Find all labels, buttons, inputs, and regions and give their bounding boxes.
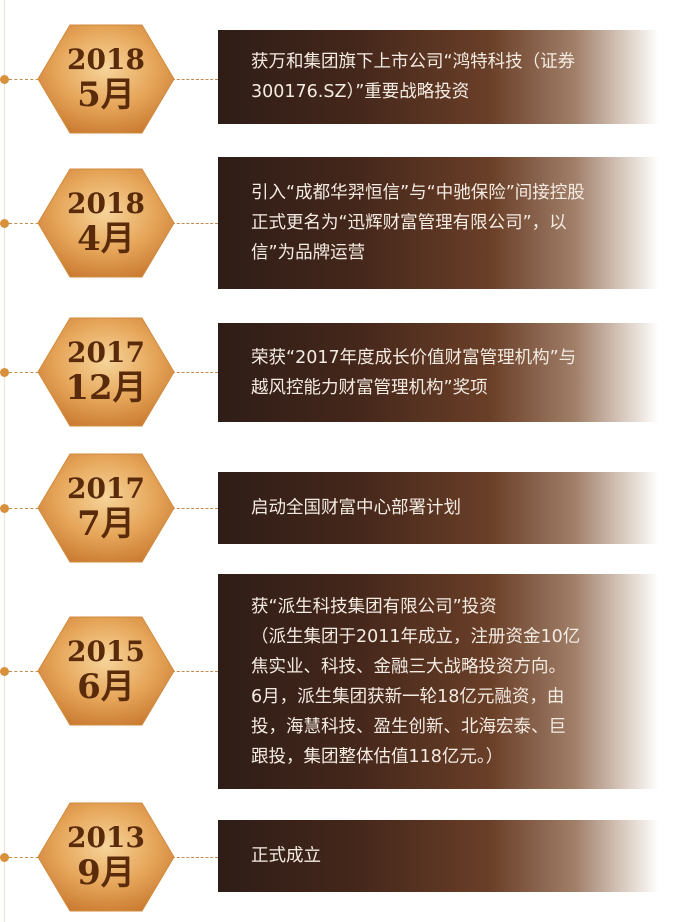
- connector-line: [172, 508, 218, 509]
- entry-month: 9月: [77, 853, 135, 893]
- timeline-line: [4, 0, 5, 922]
- entry-year: 2015: [67, 635, 145, 668]
- event-text-line: 获“派生科技集团有限公司”投资: [251, 596, 497, 617]
- event-description: 获万和集团旗下上市公司“鸿特科技（证券 300176.SZ）”重要战略投资: [251, 47, 575, 107]
- date-hexagon: 2017 12月: [36, 316, 176, 428]
- event-text-line: 投，海慧科技、盈生创新、北海宏泰、巨: [251, 716, 566, 737]
- event-text-line: 获万和集团旗下上市公司“鸿特科技（证券: [251, 52, 576, 72]
- timeline-dot: [0, 74, 9, 84]
- event-text-line: 跟投，集团整体估值118亿元。）: [251, 746, 504, 767]
- timeline-dot: [0, 218, 9, 228]
- event-description: 获“派生科技集团有限公司”投资 （派生集团于2011年成立，注册资金10亿 焦实业、…: [251, 592, 580, 772]
- entry-year: 2018: [67, 187, 145, 220]
- event-text-line: 正式更名为“迅辉财富管理有限公司”，以: [251, 213, 567, 233]
- event-text-line: 正式成立: [251, 846, 321, 866]
- event-card: 荣获“2017年度成长价值财富管理机构”与 越风控能力财富管理机构”奖项: [218, 323, 687, 422]
- event-description: 正式成立: [251, 841, 321, 871]
- entry-month: 12月: [65, 368, 147, 408]
- timeline-dot: [0, 367, 9, 377]
- connector-line: [172, 857, 218, 858]
- connector-line: [172, 372, 218, 373]
- event-text-line: 启动全国财富中心部署计划: [251, 498, 461, 518]
- hexagon-label: 2017 7月: [36, 452, 176, 564]
- date-hexagon: 2013 9月: [36, 801, 176, 913]
- entry-month: 6月: [77, 667, 135, 707]
- event-description: 荣获“2017年度成长价值财富管理机构”与 越风控能力财富管理机构”奖项: [251, 343, 576, 403]
- date-hexagon: 2017 7月: [36, 452, 176, 564]
- connector-line: [172, 671, 218, 672]
- hexagon-label: 2018 5月: [36, 23, 176, 135]
- entry-year: 2017: [67, 472, 145, 505]
- event-text-line: 300176.SZ）”重要战略投资: [251, 82, 470, 102]
- event-text-line: 焦实业、科技、金融三大战略投资方向。: [251, 656, 566, 677]
- connector-line: [172, 79, 218, 80]
- event-card: 获万和集团旗下上市公司“鸿特科技（证券 300176.SZ）”重要战略投资: [218, 30, 687, 124]
- entry-year: 2018: [67, 43, 145, 76]
- timeline-dot: [0, 852, 9, 862]
- connector-line: [172, 223, 218, 224]
- hexagon-label: 2017 12月: [36, 316, 176, 428]
- event-text-line: 引入“成都华羿恒信”与“中驰保险”间接控股: [251, 183, 585, 203]
- entry-month: 5月: [77, 75, 135, 115]
- event-card: 启动全国财富中心部署计划: [218, 472, 687, 544]
- event-text-line: 6月，派生集团获新一轮18亿元融资，由: [251, 686, 565, 707]
- entry-year: 2017: [67, 336, 145, 369]
- event-card: 正式成立: [218, 820, 687, 892]
- event-text-line: 越风控能力财富管理机构”奖项: [251, 377, 488, 398]
- date-hexagon: 2018 5月: [36, 23, 176, 135]
- date-hexagon: 2015 6月: [36, 615, 176, 727]
- hexagon-label: 2015 6月: [36, 615, 176, 727]
- hexagon-label: 2013 9月: [36, 801, 176, 913]
- event-text-line: 信”为品牌运营: [251, 243, 366, 263]
- event-description: 启动全国财富中心部署计划: [251, 493, 461, 523]
- event-text-line: （派生集团于2011年成立，注册资金10亿: [251, 626, 581, 647]
- date-hexagon: 2018 4月: [36, 167, 176, 279]
- entry-year: 2013: [67, 821, 145, 854]
- entry-month: 4月: [77, 219, 135, 259]
- event-description: 引入“成都华羿恒信”与“中驰保险”间接控股 正式更名为“迅辉财富管理有限公司”，以…: [251, 178, 585, 268]
- timeline-dot: [0, 666, 9, 676]
- event-card: 获“派生科技集团有限公司”投资 （派生集团于2011年成立，注册资金10亿 焦实业、…: [218, 574, 687, 789]
- event-text-line: 荣获“2017年度成长价值财富管理机构”与: [251, 347, 577, 368]
- hexagon-label: 2018 4月: [36, 167, 176, 279]
- event-card: 引入“成都华羿恒信”与“中驰保险”间接控股 正式更名为“迅辉财富管理有限公司”，以…: [218, 157, 687, 289]
- entry-month: 7月: [77, 504, 135, 544]
- timeline-dot: [0, 503, 9, 513]
